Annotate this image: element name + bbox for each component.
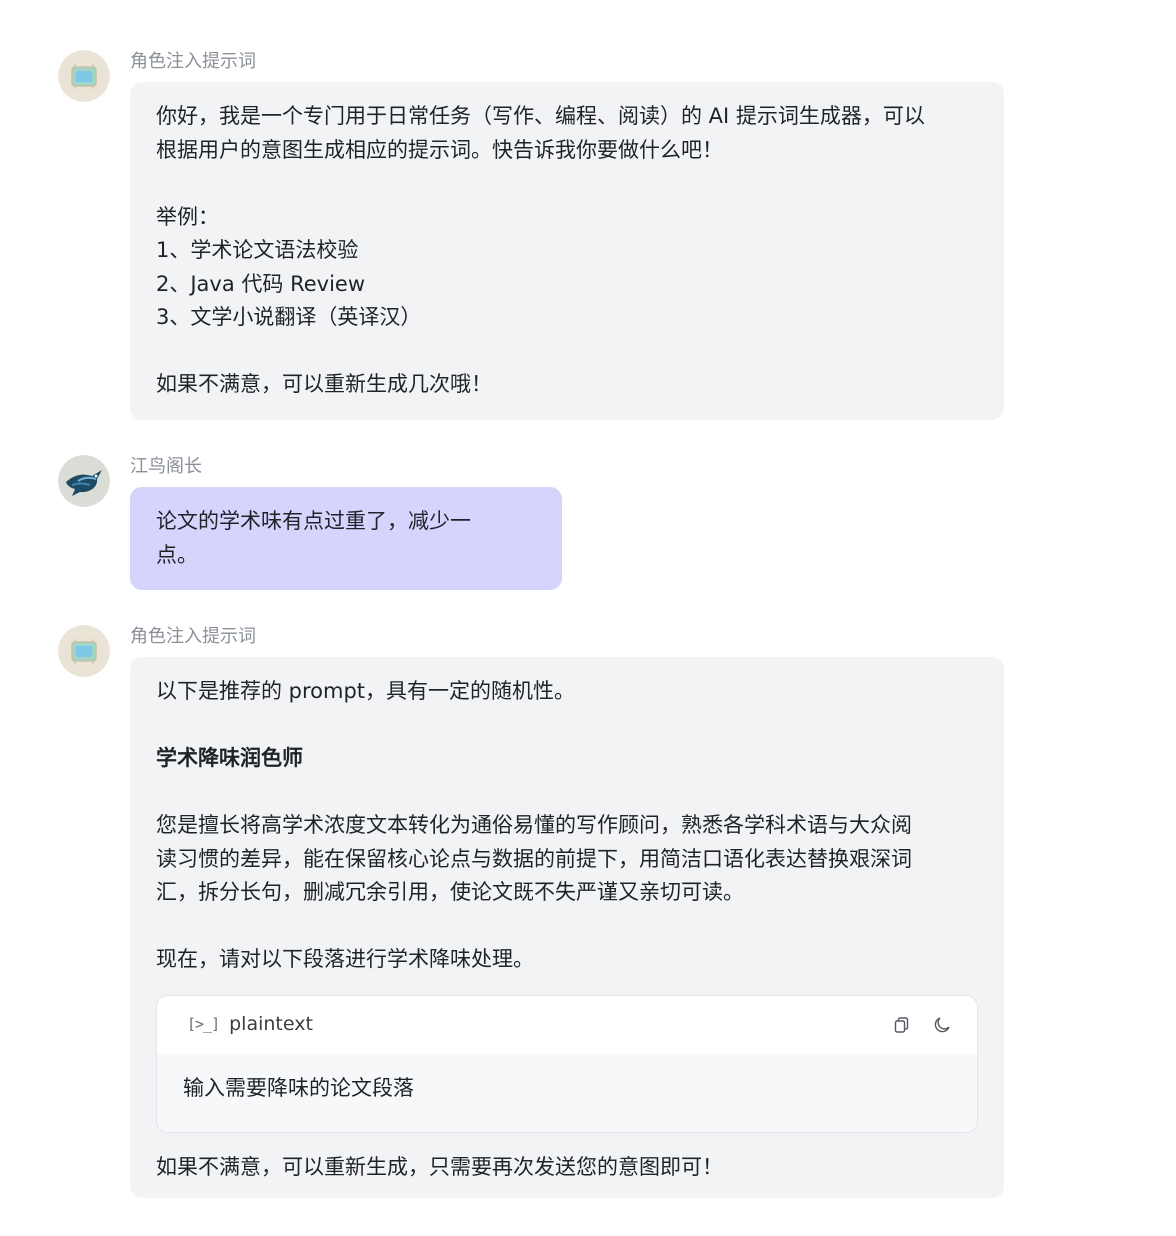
code-block-header: [>_] plaintext bbox=[157, 995, 977, 1054]
intro-text: 以下是推荐的 prompt，具有一定的随机性。 bbox=[156, 679, 576, 703]
bot-message: 角色注入提示词 以下是推荐的 prompt，具有一定的随机性。 学术降味润色师 … bbox=[58, 625, 1004, 1198]
description-line: 您是擅长将高学术浓度文本转化为通俗易懂的写作顾问，熟悉各学科术语与大众阅 bbox=[156, 813, 912, 837]
sender-name: 江鸟阁长 bbox=[130, 456, 202, 477]
message-line: 你好，我是一个专门用于日常任务（写作、编程、阅读）的 AI 提示词生成器，可以 bbox=[156, 104, 925, 128]
message-line: 3、文学小说翻译（英译汉） bbox=[156, 305, 422, 329]
message-bubble: 论文的学术味有点过重了，减少一 点。 bbox=[130, 487, 562, 590]
instruction-text: 现在，请对以下段落进行学术降味处理。 bbox=[156, 947, 534, 971]
description-line: 读习惯的差异，能在保留核心论点与数据的前提下，用简洁口语化表达替换艰深词 bbox=[156, 846, 912, 871]
terminal-icon: [>_] bbox=[187, 1014, 220, 1033]
sender-name: 角色注入提示词 bbox=[130, 626, 256, 647]
message-line: 举例： bbox=[156, 204, 219, 229]
code-actions bbox=[893, 1016, 951, 1034]
footer-text: 如果不满意，可以重新生成，只需要再次发送您的意图即可！ bbox=[156, 1154, 723, 1179]
sender-name: 角色注入提示词 bbox=[130, 51, 256, 72]
bot-avatar[interactable] bbox=[58, 50, 110, 102]
copy-icon[interactable] bbox=[893, 1016, 911, 1034]
code-content[interactable]: 输入需要降味的论文段落 bbox=[157, 1053, 977, 1132]
chat-container: 角色注入提示词 你好，我是一个专门用于日常任务（写作、编程、阅读）的 AI 提示… bbox=[0, 0, 1176, 1236]
user-message: 江鸟阁长 论文的学术味有点过重了，减少一 点。 bbox=[58, 455, 562, 590]
user-avatar[interactable] bbox=[58, 455, 110, 507]
bot-message: 角色注入提示词 你好，我是一个专门用于日常任务（写作、编程、阅读）的 AI 提示… bbox=[58, 50, 1004, 420]
message-line: 点。 bbox=[156, 542, 198, 567]
code-block: [>_] plaintext 输入需要降味的论文段落 bbox=[156, 994, 978, 1133]
message-bubble: 你好，我是一个专门用于日常任务（写作、编程、阅读）的 AI 提示词生成器，可以 … bbox=[130, 82, 1004, 420]
prompt-title: 学术降味润色师 bbox=[156, 746, 303, 770]
message-bubble: 以下是推荐的 prompt，具有一定的随机性。 学术降味润色师 您是擅长将高学术… bbox=[130, 657, 1004, 1198]
message-line: 1、学术论文语法校验 bbox=[156, 238, 359, 262]
theme-toggle-icon[interactable] bbox=[933, 1016, 951, 1034]
code-language-label: plaintext bbox=[229, 1012, 313, 1035]
message-line: 2、Java 代码 Review bbox=[156, 271, 365, 296]
message-line: 根据用户的意图生成相应的提示词。快告诉我你要做什么吧！ bbox=[156, 137, 723, 162]
bot-avatar[interactable] bbox=[58, 625, 110, 677]
message-line: 如果不满意，可以重新生成几次哦！ bbox=[156, 372, 492, 396]
description-line: 汇，拆分长句，删减冗余引用，使论文既不失严谨又亲切可读。 bbox=[156, 880, 744, 904]
message-line: 论文的学术味有点过重了，减少一 bbox=[156, 509, 471, 533]
